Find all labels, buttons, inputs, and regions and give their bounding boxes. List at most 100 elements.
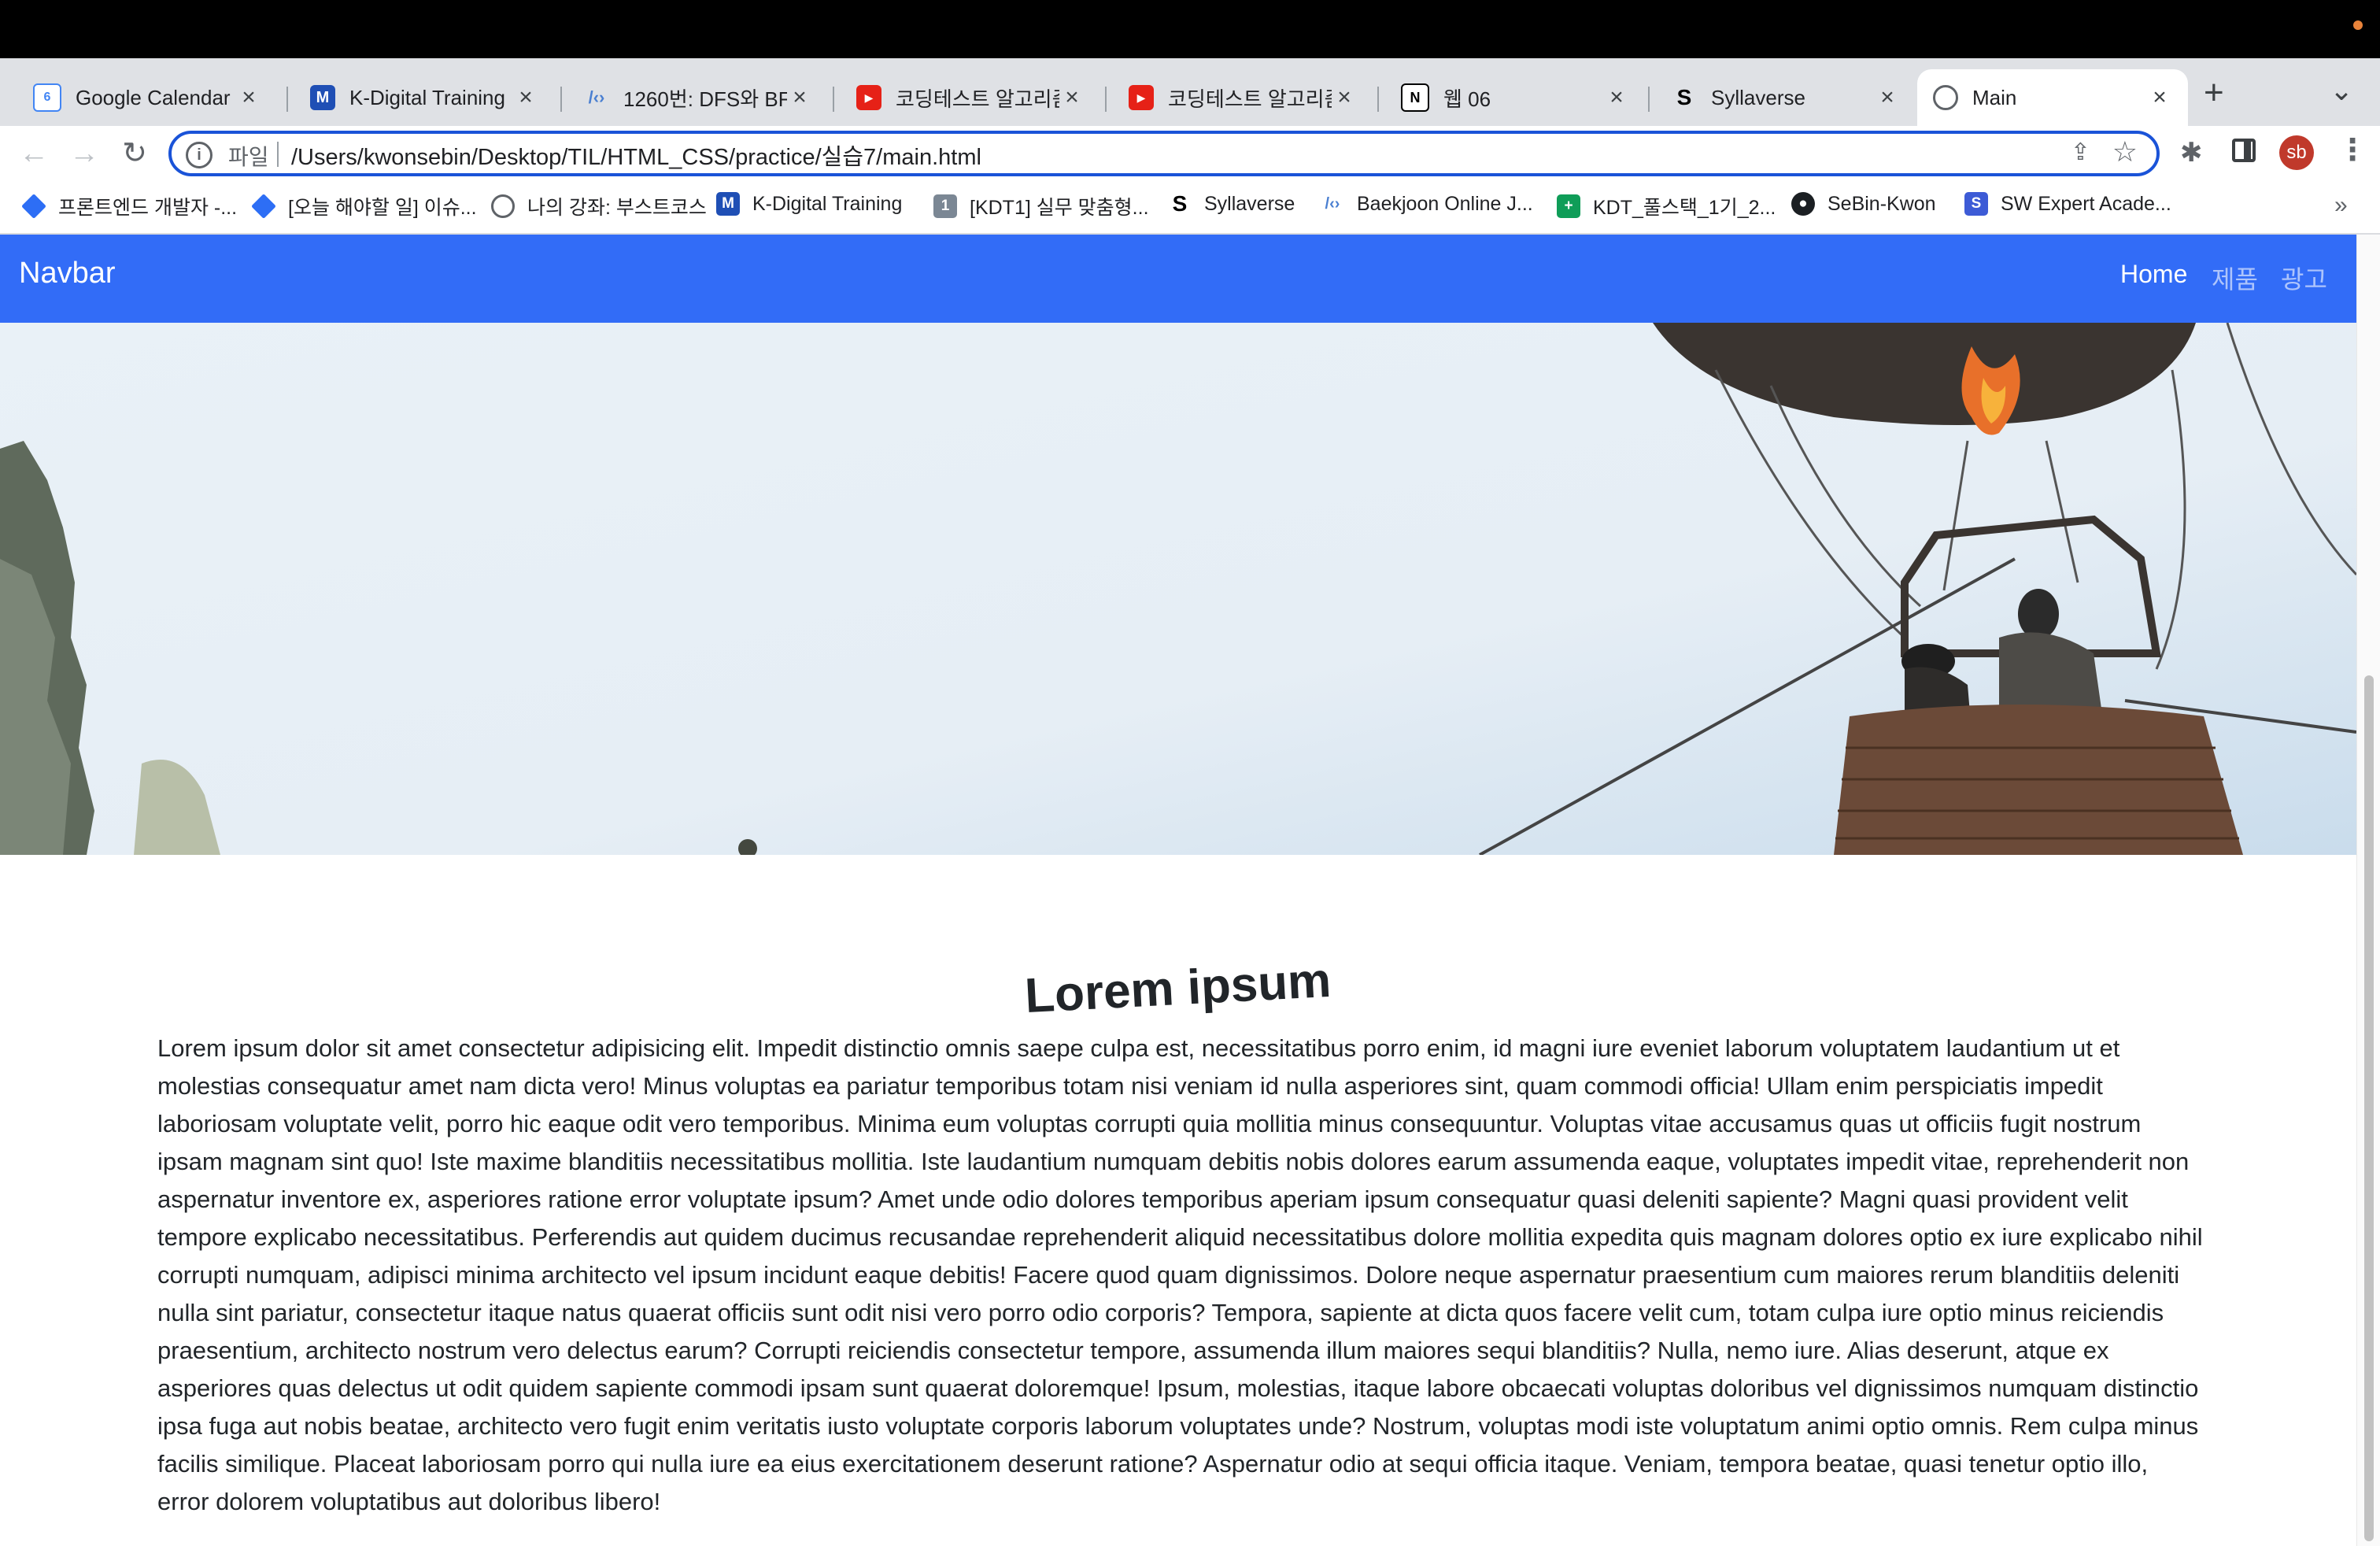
swea-icon: S — [1964, 192, 1988, 216]
tab-label: Main — [1972, 85, 2017, 109]
side-panel-icon[interactable] — [2232, 139, 2256, 162]
bookmark-item[interactable]: 프론트엔드 개발자 -... — [21, 192, 238, 220]
share-icon[interactable]: ⇪ — [2071, 139, 2090, 166]
profile-avatar[interactable]: sb — [2279, 135, 2314, 170]
youtube-icon: ▶ — [856, 85, 881, 110]
close-icon[interactable]: × — [2147, 84, 2172, 111]
syllaverse-icon: S — [1676, 85, 1692, 109]
nav-link-home[interactable]: Home — [2120, 260, 2187, 289]
diamond-icon — [21, 194, 46, 219]
site-info-icon[interactable]: i — [186, 142, 213, 168]
k-digital-icon: M — [716, 192, 740, 216]
nav-link-ads[interactable]: 광고 — [2281, 260, 2327, 296]
scheme-label: 파일 — [228, 145, 269, 169]
bookmarks-bar: 프론트엔드 개발자 -... [오늘 해야할 일] 이슈... 나의 강좌: 부… — [0, 181, 2380, 235]
reload-button[interactable]: ↻ — [115, 134, 154, 173]
body-paragraph: Lorem ipsum dolor sit amet consectetur a… — [157, 1034, 2203, 1515]
url-text[interactable]: /Users/kwonsebin/Desktop/TIL/HTML_CSS/pr… — [291, 139, 981, 172]
tab-label: K-Digital Training — [349, 85, 505, 109]
page-heading: Lorem ipsum — [0, 952, 2356, 1023]
bookmark-item[interactable]: S SW Expert Acade... — [1964, 192, 2171, 216]
close-icon[interactable]: × — [787, 84, 812, 111]
bookmark-label: Syllaverse — [1204, 192, 1295, 215]
tab-separator — [560, 87, 562, 112]
nav-link-products[interactable]: 제품 — [2212, 260, 2258, 296]
bookmark-item[interactable]: S Syllaverse — [1168, 191, 1295, 216]
baekjoon-icon: /‹› — [588, 87, 605, 107]
browser-toolbar: ← → ↻ i 파일 /Users/kwonsebin/Desktop/TIL/… — [0, 126, 2380, 181]
tab-google-calendar[interactable]: 6 Google Calendar - × — [17, 69, 277, 126]
close-icon[interactable]: × — [236, 84, 261, 111]
baekjoon-icon: /‹› — [1325, 194, 1340, 213]
extensions-puzzle-icon[interactable]: ✱ — [2180, 137, 2203, 168]
hot-air-balloon-photo — [0, 323, 2356, 855]
globe-icon — [1933, 85, 1958, 110]
tab-label: 코딩테스트 알고리즘 - — [1168, 87, 1332, 111]
bookmark-item[interactable]: 나의 강좌: 부스트코스 — [491, 192, 707, 220]
bookmark-item[interactable]: ● SeBin-Kwon — [1791, 192, 1936, 216]
more-bookmarks-chevron-icon[interactable]: » — [2334, 192, 2348, 219]
navbar-brand[interactable]: Navbar — [19, 257, 116, 290]
bookmark-star-icon[interactable]: ☆ — [2112, 135, 2138, 168]
tab-k-digital[interactable]: M K-Digital Training × — [294, 69, 554, 126]
bookmark-label: KDT_풀스택_1기_2... — [1593, 197, 1776, 219]
bookmark-label: SW Expert Acade... — [2001, 192, 2171, 215]
tab-label: 1260번: DFS와 BFS — [623, 87, 787, 111]
close-icon[interactable]: × — [513, 84, 538, 111]
recording-indicator-icon — [2353, 20, 2363, 30]
bookmark-label: 프론트엔드 개발자 -... — [58, 197, 238, 219]
tab-youtube-2[interactable]: ▶ 코딩테스트 알고리즘 - × — [1113, 69, 1373, 126]
tab-separator — [286, 87, 288, 112]
tab-notion[interactable]: N 웹 06 × — [1385, 69, 1645, 126]
bookmark-label: [오늘 해야할 일] 이슈... — [288, 197, 477, 219]
bookmark-label: 나의 강좌: 부스트코스 — [527, 197, 707, 219]
back-button[interactable]: ← — [14, 134, 54, 173]
diamond-icon — [251, 194, 276, 219]
bookmark-item[interactable]: /‹› Baekjoon Online J... — [1321, 192, 1533, 216]
scrollbar-thumb[interactable] — [2364, 675, 2374, 1541]
tab-separator — [833, 87, 834, 112]
tab-youtube-1[interactable]: ▶ 코딩테스트 알고리즘 - × — [841, 69, 1100, 126]
omnibox-divider — [277, 142, 279, 167]
tab-syllaverse[interactable]: S Syllaverse × — [1656, 69, 1916, 126]
bookmark-item[interactable]: [오늘 해야할 일] 이슈... — [251, 192, 477, 220]
bookmark-label: K-Digital Training — [752, 192, 903, 215]
tab-label: Google Calendar - — [76, 85, 236, 109]
tab-separator — [1648, 87, 1650, 112]
tab-label: 코딩테스트 알고리즘 - — [896, 87, 1059, 111]
bookmark-label: [KDT1] 실무 맞춤형... — [970, 197, 1149, 219]
page-heading-text: Lorem ipsum — [1023, 952, 1333, 1023]
syllaverse-icon: S — [1172, 191, 1188, 216]
close-icon[interactable]: × — [1604, 84, 1629, 111]
close-icon[interactable]: × — [1059, 84, 1085, 111]
google-calendar-icon: 6 — [33, 83, 61, 112]
forward-button[interactable]: → — [65, 134, 104, 173]
tab-label: Syllaverse — [1711, 85, 1805, 109]
k-digital-icon: M — [310, 85, 335, 110]
tab-separator — [1377, 87, 1379, 112]
tab-strip: 6 Google Calendar - × M K-Digital Traini… — [0, 58, 2380, 126]
tab-separator — [1105, 87, 1107, 112]
bookmark-label: Baekjoon Online J... — [1357, 192, 1533, 215]
youtube-icon: ▶ — [1129, 85, 1154, 110]
close-icon[interactable]: × — [1332, 84, 1357, 111]
tab-label: 웹 06 — [1443, 87, 1491, 111]
github-icon: ● — [1791, 192, 1815, 216]
close-icon[interactable]: × — [1875, 84, 1900, 111]
address-bar[interactable]: i 파일 /Users/kwonsebin/Desktop/TIL/HTML_C… — [168, 131, 2160, 176]
page-viewport: Navbar Home 제품 광고 Lorem ipsum Lorem ipsu… — [0, 235, 2356, 1546]
sheets-icon: + — [1557, 194, 1580, 218]
globe-icon — [491, 194, 515, 218]
hero-image — [0, 323, 2356, 855]
tab-main[interactable]: Main × — [1917, 69, 2188, 126]
os-menu-bar — [0, 0, 2380, 58]
new-tab-button[interactable]: + — [2204, 76, 2224, 110]
tab-baekjoon[interactable]: /‹› 1260번: DFS와 BFS × — [568, 69, 828, 126]
kdt-icon: 1 — [933, 194, 957, 218]
bookmark-item[interactable]: 1 [KDT1] 실무 맞춤형... — [933, 192, 1149, 220]
kebab-menu-icon[interactable]: ⋮ — [2338, 132, 2367, 168]
vertical-scrollbar[interactable] — [2356, 235, 2380, 1546]
bookmark-item[interactable]: + KDT_풀스택_1기_2... — [1557, 192, 1776, 220]
bookmark-item[interactable]: M K-Digital Training — [716, 192, 902, 216]
tab-search-chevron-icon[interactable]: ⌄ — [2330, 74, 2353, 107]
